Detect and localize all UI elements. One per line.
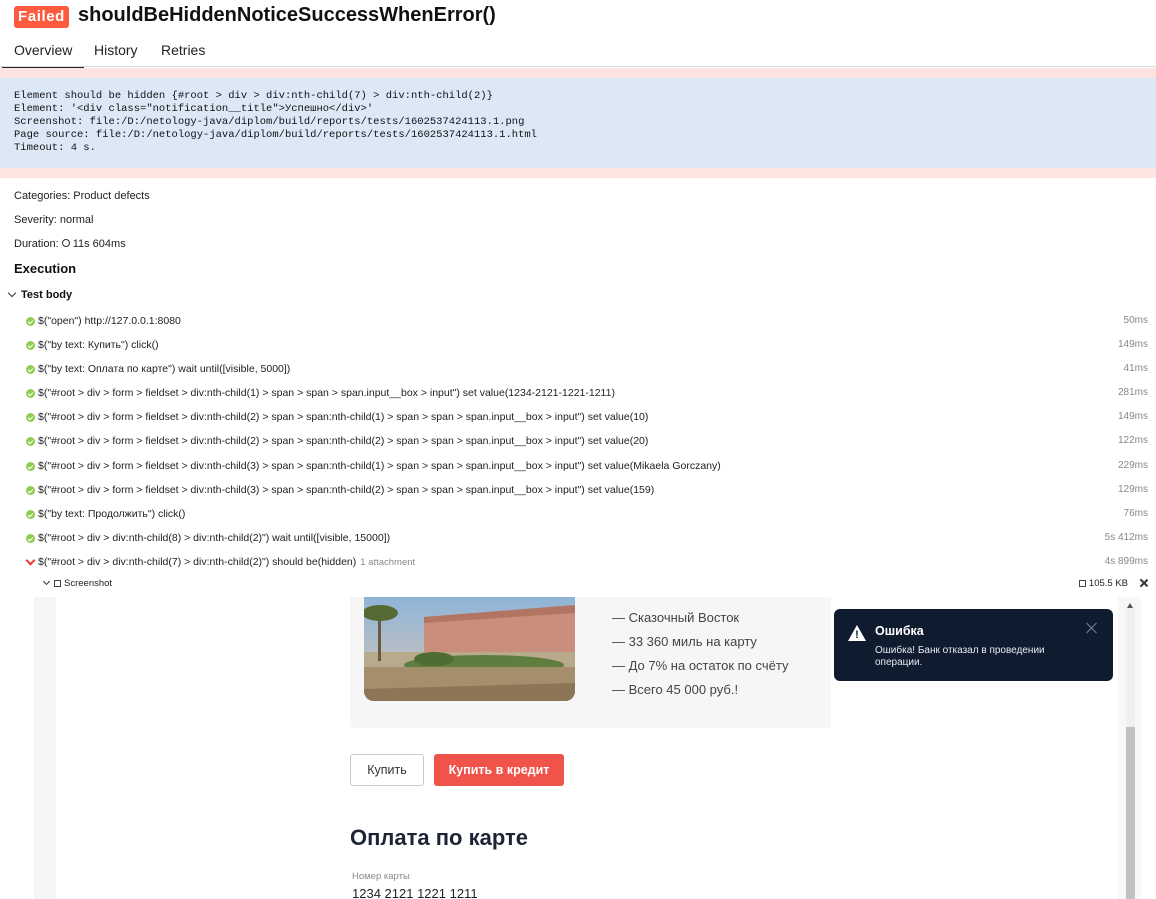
feature-item: — Сказочный Восток xyxy=(612,610,740,625)
step-duration: 5s 412ms xyxy=(1104,532,1148,543)
step-row[interactable]: $("by text: Оплата по карте") wait until… xyxy=(26,363,1148,381)
failed-chevron-icon xyxy=(26,558,35,567)
scrollbar-thumb xyxy=(1126,727,1135,899)
step-duration: 129ms xyxy=(1117,484,1148,495)
buy-button: Купить xyxy=(350,754,424,786)
step-text: $("#root > div > form > fieldset > div:n… xyxy=(38,484,655,496)
status-badge: Failed xyxy=(14,6,69,28)
error-message: Element should be hidden {#root > div > … xyxy=(0,78,1156,168)
check-circle-icon xyxy=(26,486,35,495)
duration-label: Duration: xyxy=(14,238,59,250)
error-line: Page source: file:/D:/netology-java/dipl… xyxy=(14,129,537,141)
step-duration: 122ms xyxy=(1117,435,1148,446)
step-duration: 41ms xyxy=(1123,363,1148,374)
error-line: Element: '<div class="notification__titl… xyxy=(14,103,374,115)
step-row[interactable]: $("by text: Продолжить") click() 76ms xyxy=(26,508,1148,526)
attachment-size-value: 105.5 KB xyxy=(1088,578,1128,589)
step-text: $("#root > div > form > fieldset > div:n… xyxy=(38,435,649,447)
warning-mark: ! xyxy=(855,629,859,641)
save-icon xyxy=(1078,580,1086,587)
execution-title: Execution xyxy=(14,261,77,276)
scroll-up-icon xyxy=(1127,603,1133,608)
card-number-label: Номер карты xyxy=(352,871,410,882)
step-duration: 229ms xyxy=(1117,460,1148,471)
step-row[interactable]: $("#root > div > form > fieldset > div:n… xyxy=(26,460,1148,478)
step-text: $("#root > div > form > fieldset > div:n… xyxy=(38,460,721,472)
test-body-label: Test body xyxy=(21,289,73,301)
step-duration: 149ms xyxy=(1117,339,1148,350)
step-text: $("#root > div > div:nth-child(8) > div:… xyxy=(38,532,391,544)
step-row[interactable]: $("#root > div > form > fieldset > div:n… xyxy=(26,387,1148,405)
error-line: Timeout: 4 s. xyxy=(14,142,96,154)
feature-item: — Всего 45 000 руб.! xyxy=(612,682,739,697)
step-row[interactable]: $("#root > div > form > fieldset > div:n… xyxy=(26,484,1148,502)
check-circle-icon xyxy=(26,534,35,543)
step-row-failed[interactable]: $("#root > div > div:nth-child(7) > div:… xyxy=(26,556,1148,574)
tab-overview[interactable]: Overview xyxy=(1,42,85,68)
step-row[interactable]: $("by text: Купить") click() 149ms xyxy=(26,339,1148,357)
test-body-toggle[interactable]: Test body xyxy=(7,288,73,301)
buy-credit-button: Купить в кредит xyxy=(434,754,564,786)
step-duration: 50ms xyxy=(1123,315,1148,326)
feature-item: — До 7% на остаток по счёту xyxy=(612,658,789,673)
check-circle-icon xyxy=(26,389,35,398)
step-text: $("open") http://127.0.0.1:8080 xyxy=(38,315,181,327)
tab-bar: Overview History Retries xyxy=(0,36,1156,68)
step-row[interactable]: $("#root > div > div:nth-child(8) > div:… xyxy=(26,532,1148,550)
step-text: $("#root > div > div:nth-child(7) > div:… xyxy=(38,556,357,568)
chevron-down-icon xyxy=(7,288,17,298)
close-icon xyxy=(1085,621,1099,635)
chevron-down-icon xyxy=(42,577,51,586)
check-circle-icon xyxy=(26,437,35,446)
attachment-size: 105.5 KB xyxy=(1078,578,1128,589)
step-duration: 4s 899ms xyxy=(1104,556,1148,567)
step-row[interactable]: $("open") http://127.0.0.1:8080 50ms xyxy=(26,315,1148,333)
step-text: $("by text: Купить") click() xyxy=(38,339,159,351)
severity: Severity: normal xyxy=(14,214,94,226)
check-circle-icon xyxy=(26,413,35,422)
check-circle-icon xyxy=(26,462,35,471)
expand-icon[interactable] xyxy=(1140,579,1148,587)
check-circle-icon xyxy=(26,317,35,326)
tab-retries[interactable]: Retries xyxy=(161,42,205,64)
step-duration: 149ms xyxy=(1117,411,1148,422)
notification-text: Ошибка! Банк отказал в проведении операц… xyxy=(875,645,1045,668)
tab-history[interactable]: History xyxy=(94,42,138,64)
screenshot-margin xyxy=(34,597,56,899)
test-title: shouldBeHiddenNoticeSuccessWhenError() xyxy=(78,4,496,26)
categories: Categories: Product defects xyxy=(14,190,150,202)
error-notification: ! Ошибка Ошибка! Банк отказал в проведен… xyxy=(834,609,1113,681)
payment-title: Оплата по карте xyxy=(350,825,528,850)
attachment-count: 1 attachment xyxy=(360,557,416,568)
duration: Duration: 11s 604ms xyxy=(14,238,126,250)
image-file-icon xyxy=(54,580,61,587)
step-text: $("by text: Продолжить") click() xyxy=(38,508,186,520)
card-number-value: 1234 2121 1221 1211 xyxy=(352,886,478,899)
step-duration: 281ms xyxy=(1117,387,1148,398)
attachment-row[interactable]: Screenshot 105.5 KB xyxy=(42,577,1148,594)
error-line: Screenshot: file:/D:/netology-java/diplo… xyxy=(14,116,525,128)
clock-icon xyxy=(61,239,70,247)
attachment-name: Screenshot xyxy=(64,578,113,589)
tabs-divider xyxy=(0,66,1156,67)
check-circle-icon xyxy=(26,341,35,350)
offer-photo xyxy=(364,597,575,701)
step-text: $("by text: Оплата по карте") wait until… xyxy=(38,363,291,375)
step-row[interactable]: $("#root > div > form > fieldset > div:n… xyxy=(26,435,1148,453)
step-duration: 76ms xyxy=(1123,508,1148,519)
check-circle-icon xyxy=(26,365,35,374)
step-text: $("#root > div > form > fieldset > div:n… xyxy=(38,411,649,423)
screenshot-preview: — Сказочный Восток — 33 360 миль на карт… xyxy=(34,597,1141,899)
error-line: Element should be hidden {#root > div > … xyxy=(14,90,493,102)
notification-title: Ошибка xyxy=(875,624,924,638)
step-text: $("#root > div > form > fieldset > div:n… xyxy=(38,387,615,399)
check-circle-icon xyxy=(26,510,35,519)
duration-value: 11s 604ms xyxy=(72,238,126,250)
feature-item: — 33 360 миль на карту xyxy=(612,634,757,649)
step-row[interactable]: $("#root > div > form > fieldset > div:n… xyxy=(26,411,1148,429)
